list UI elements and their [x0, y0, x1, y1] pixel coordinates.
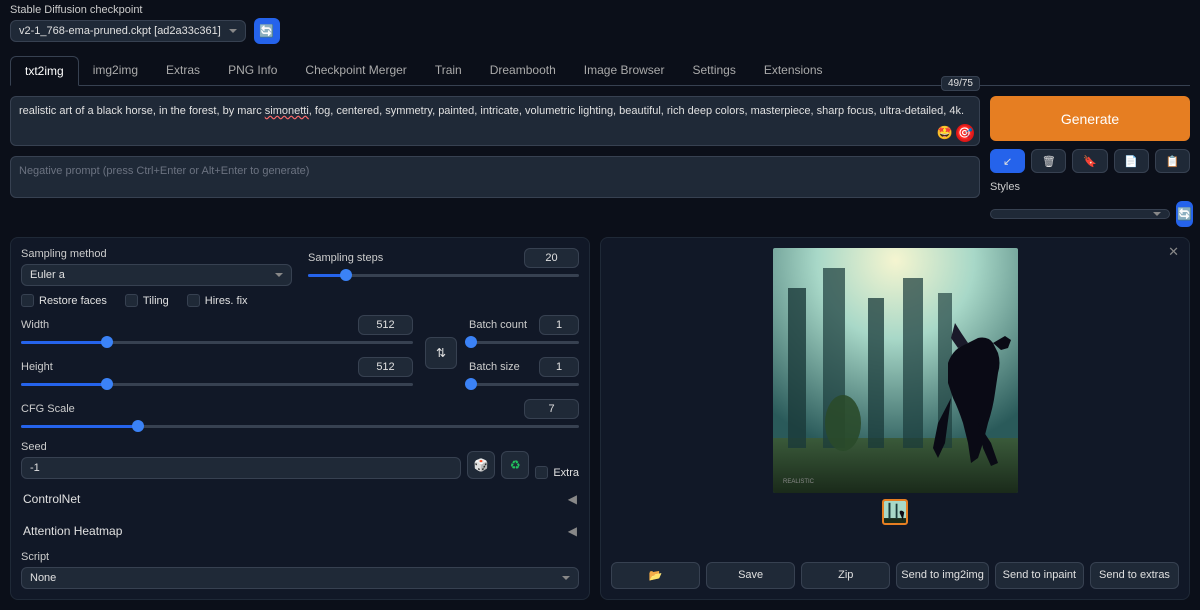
batch-size-input[interactable]	[539, 357, 579, 377]
dice-icon: 🎲	[474, 458, 489, 472]
controlnet-accordion[interactable]: ControlNet ◀	[21, 487, 579, 511]
attention-heatmap-accordion[interactable]: Attention Heatmap ◀	[21, 519, 579, 543]
batch-size-slider[interactable]	[469, 377, 579, 391]
save-button[interactable]: Save	[706, 562, 795, 589]
tab-settings[interactable]: Settings	[678, 56, 749, 85]
paste-button-2[interactable]: 📋	[1155, 149, 1190, 173]
batch-count-label: Batch count	[469, 319, 527, 331]
swap-icon: ⇅	[436, 346, 446, 360]
styles-refresh-button[interactable]: 🔄	[1176, 201, 1193, 227]
token-counter: 49/75	[941, 76, 980, 91]
restore-faces-checkbox[interactable]: Restore faces	[21, 294, 107, 307]
send-inpaint-button[interactable]: Send to inpaint	[995, 562, 1084, 589]
tiling-checkbox[interactable]: Tiling	[125, 294, 169, 307]
styles-label: Styles	[990, 181, 1190, 193]
height-label: Height	[21, 361, 53, 373]
close-output-button[interactable]: ✕	[1168, 244, 1179, 260]
chevron-left-icon: ◀	[568, 524, 577, 538]
trash-button[interactable]: 🗑	[1031, 149, 1066, 173]
emoji-badge-icon[interactable]: 🎯	[956, 124, 974, 142]
recycle-icon: ♻	[510, 458, 521, 472]
batch-count-slider[interactable]	[469, 335, 579, 349]
cfg-label: CFG Scale	[21, 403, 75, 415]
negative-prompt-input[interactable]	[10, 156, 980, 198]
refresh-icon: 🔄	[1177, 207, 1192, 221]
sampling-method-dropdown[interactable]: Euler a	[21, 264, 292, 286]
prompt-input[interactable]: realistic art of a black horse, in the f…	[10, 96, 980, 146]
open-folder-button[interactable]: 📂	[611, 562, 700, 589]
seed-label: Seed	[21, 441, 461, 453]
tab-dreambooth[interactable]: Dreambooth	[476, 56, 570, 85]
tab-img2img[interactable]: img2img	[79, 56, 152, 85]
swap-dimensions-button[interactable]: ⇅	[425, 337, 457, 369]
height-input[interactable]	[358, 357, 413, 377]
main-tabs: txt2img img2img Extras PNG Info Checkpoi…	[10, 56, 1190, 86]
sampling-steps-slider[interactable]	[308, 268, 579, 282]
arrow-button[interactable]: ↙	[990, 149, 1025, 173]
refresh-icon: 🔄	[259, 24, 274, 38]
output-thumbnail[interactable]	[882, 499, 908, 525]
seed-input[interactable]	[21, 457, 461, 479]
tab-pnginfo[interactable]: PNG Info	[214, 56, 291, 85]
output-image[interactable]: REALISTIC	[773, 248, 1018, 493]
tag-button[interactable]: 🔖	[1072, 149, 1107, 173]
tab-extensions[interactable]: Extensions	[750, 56, 837, 85]
tab-txt2img[interactable]: txt2img	[10, 56, 79, 86]
hires-fix-checkbox[interactable]: Hires. fix	[187, 294, 248, 307]
sampling-method-label: Sampling method	[21, 248, 292, 260]
send-extras-button[interactable]: Send to extras	[1090, 562, 1179, 589]
extra-seed-checkbox[interactable]: Extra	[535, 466, 579, 479]
cfg-slider[interactable]	[21, 419, 579, 433]
send-img2img-button[interactable]: Send to img2img	[896, 562, 989, 589]
script-label: Script	[21, 551, 579, 563]
svg-text:REALISTIC: REALISTIC	[783, 479, 815, 485]
width-label: Width	[21, 319, 49, 331]
tab-train[interactable]: Train	[421, 56, 476, 85]
chevron-left-icon: ◀	[568, 492, 577, 506]
width-slider[interactable]	[21, 335, 413, 349]
tab-image-browser[interactable]: Image Browser	[570, 56, 679, 85]
checkpoint-label: Stable Diffusion checkpoint	[10, 4, 280, 16]
zip-button[interactable]: Zip	[801, 562, 890, 589]
styles-dropdown[interactable]	[990, 209, 1170, 219]
height-slider[interactable]	[21, 377, 413, 391]
batch-count-input[interactable]	[539, 315, 579, 335]
refresh-checkpoint-button[interactable]: 🔄	[254, 18, 280, 44]
batch-size-label: Batch size	[469, 361, 520, 373]
emoji-smile-icon[interactable]: 🤩	[936, 124, 954, 142]
reuse-seed-button[interactable]: ♻	[501, 451, 529, 479]
generate-button[interactable]: Generate	[990, 96, 1190, 141]
random-seed-button[interactable]: 🎲	[467, 451, 495, 479]
width-input[interactable]	[358, 315, 413, 335]
sampling-steps-input[interactable]	[524, 248, 579, 268]
paste-button[interactable]: 📄	[1114, 149, 1149, 173]
cfg-input[interactable]	[524, 399, 579, 419]
tab-extras[interactable]: Extras	[152, 56, 214, 85]
checkpoint-dropdown[interactable]: v2-1_768-ema-pruned.ckpt [ad2a33c361]	[10, 20, 246, 42]
tab-checkpoint-merger[interactable]: Checkpoint Merger	[291, 56, 420, 85]
sampling-steps-label: Sampling steps	[308, 252, 383, 264]
script-dropdown[interactable]: None	[21, 567, 579, 589]
